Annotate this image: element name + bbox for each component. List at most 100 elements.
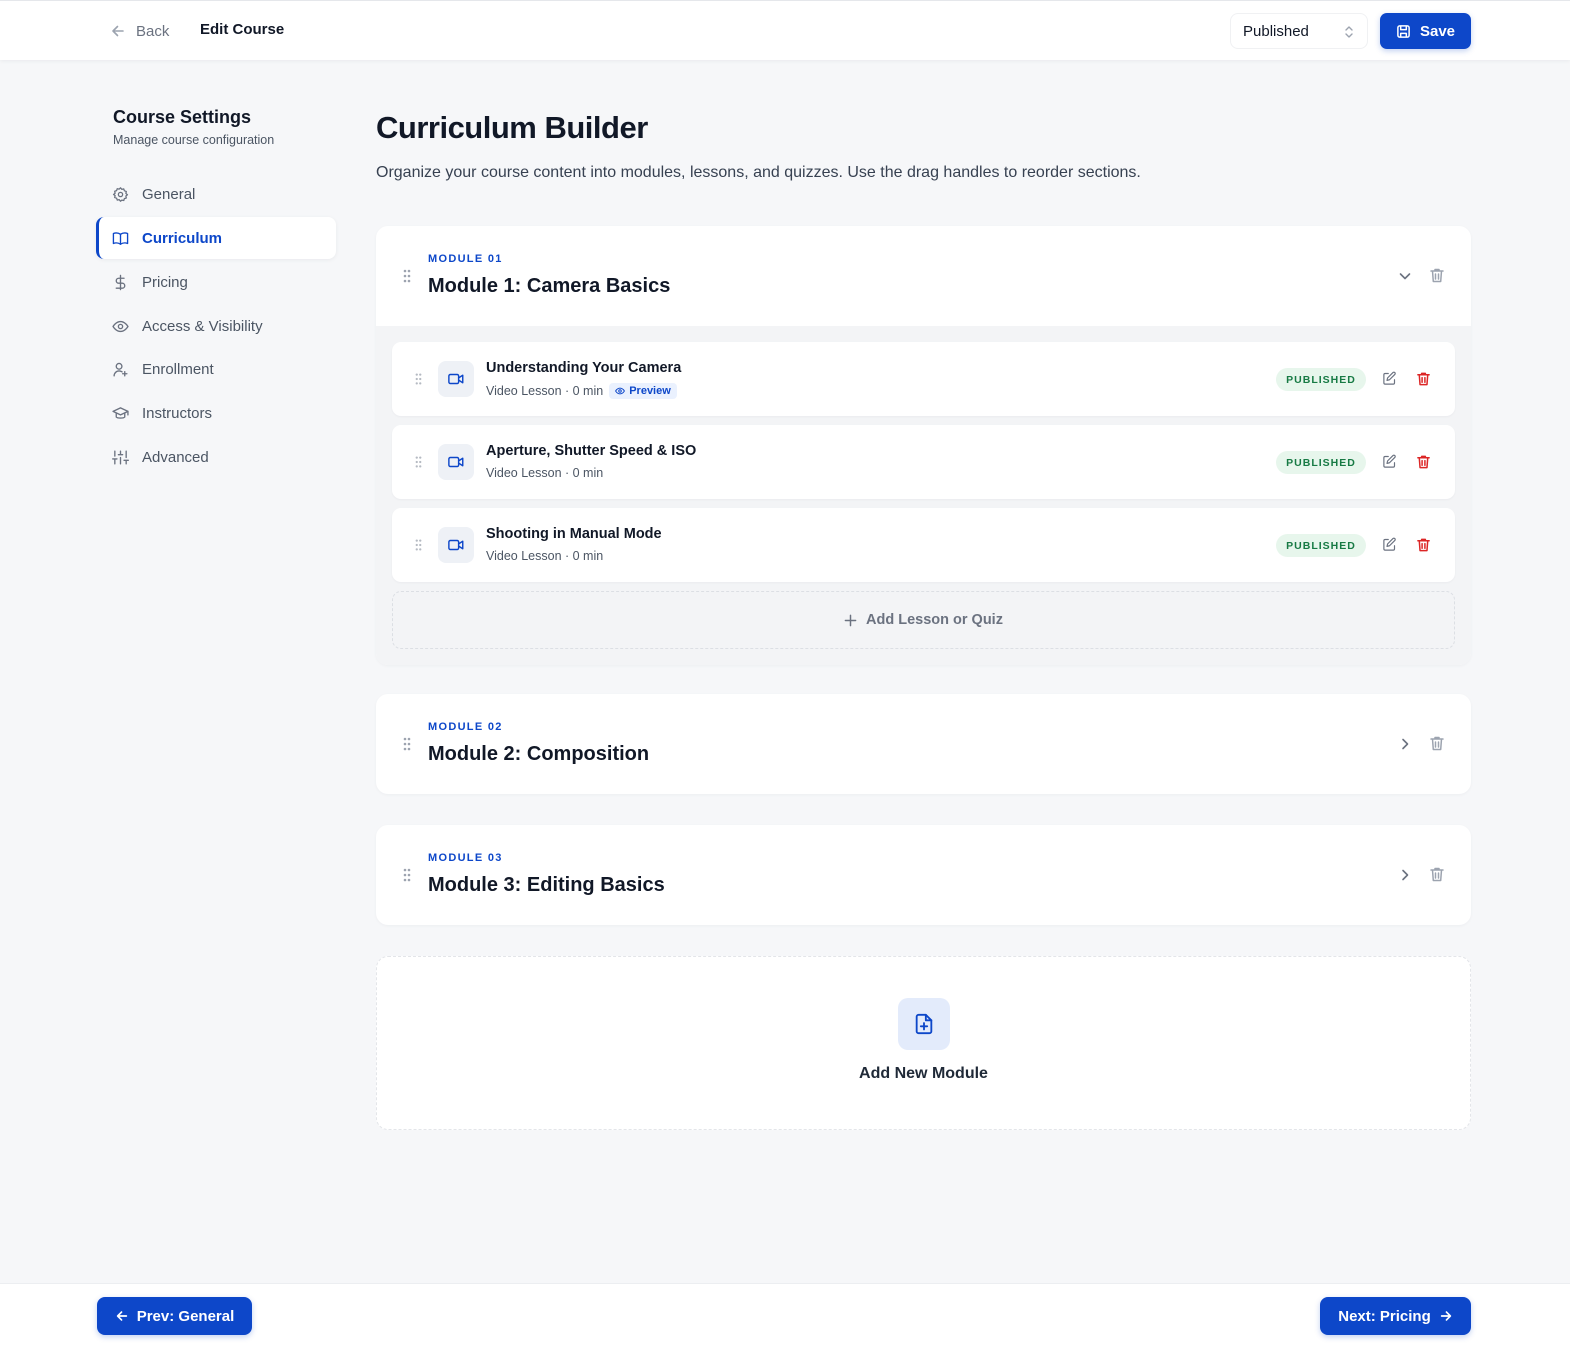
edit-icon[interactable] — [1382, 371, 1397, 386]
page-title: Curriculum Builder — [376, 110, 648, 145]
arrow-left-icon — [110, 23, 126, 39]
module-header[interactable]: MODULE 03 Module 3: Editing Basics — [376, 825, 1471, 925]
video-camera-icon — [438, 444, 474, 480]
sidebar-item-access-visibility[interactable]: Access & Visibility — [96, 305, 336, 347]
status-select[interactable]: Published — [1230, 13, 1368, 49]
trash-icon[interactable] — [1429, 866, 1445, 883]
prev-label: Prev: General — [136, 1307, 235, 1325]
sidebar-item-curriculum[interactable]: Curriculum — [96, 217, 336, 259]
save-button[interactable]: Save — [1380, 13, 1471, 49]
sliders-icon — [112, 449, 129, 466]
arrow-left-icon — [115, 1309, 129, 1323]
trash-icon[interactable] — [1416, 371, 1431, 387]
plus-icon — [844, 614, 857, 627]
page-header-title: Edit Course — [200, 21, 285, 38]
preview-badge[interactable]: Preview — [609, 383, 677, 399]
lesson-meta: Video Lesson · 0 min — [486, 466, 603, 480]
sidebar-item-advanced[interactable]: Advanced — [96, 436, 336, 478]
lesson-meta-text: Video Lesson · 0 min — [486, 384, 604, 398]
module-card: MODULE 01 Module 1: Camera Basics Unders… — [376, 226, 1471, 665]
lesson-title: Understanding Your Camera — [486, 360, 682, 376]
lesson-meta: Video Lesson · 0 min Preview — [486, 383, 677, 399]
trash-icon[interactable] — [1429, 267, 1445, 284]
module-title: Module 1: Camera Basics — [428, 275, 671, 297]
book-icon — [112, 230, 129, 247]
user-plus-icon — [112, 361, 129, 378]
footer-bar: Prev: General Next: Pricing — [0, 1283, 1570, 1348]
sidebar-item-pricing[interactable]: Pricing — [96, 261, 336, 303]
drag-handle-icon[interactable] — [414, 372, 423, 386]
next-button[interactable]: Next: Pricing — [1320, 1297, 1471, 1335]
trash-icon[interactable] — [1416, 537, 1431, 553]
module-card: MODULE 02 Module 2: Composition — [376, 694, 1471, 794]
dollar-icon — [112, 274, 129, 291]
add-module-label: Add New Module — [859, 1065, 988, 1082]
chevron-up-down-icon — [1343, 25, 1355, 39]
file-plus-icon — [898, 998, 950, 1050]
module-card: MODULE 03 Module 3: Editing Basics — [376, 825, 1471, 925]
module-header[interactable]: MODULE 02 Module 2: Composition — [376, 694, 1471, 794]
sidebar-subtitle: Manage course configuration — [113, 133, 275, 147]
video-camera-icon — [438, 361, 474, 397]
drag-handle-icon[interactable] — [414, 538, 423, 552]
sidebar-item-label: Enrollment — [142, 360, 214, 378]
sidebar-item-label: Pricing — [142, 273, 188, 291]
module-kicker: MODULE 02 — [428, 721, 503, 733]
sidebar-item-label: General — [142, 185, 196, 203]
sidebar-item-label: Advanced — [142, 448, 209, 466]
edit-icon[interactable] — [1382, 537, 1397, 552]
eye-icon — [615, 386, 626, 396]
drag-handle-icon[interactable] — [402, 867, 412, 883]
back-link[interactable]: Back — [110, 20, 169, 42]
video-camera-icon — [438, 527, 474, 563]
module-title: Module 3: Editing Basics — [428, 874, 665, 896]
lesson-title: Aperture, Shutter Speed & ISO — [486, 443, 697, 459]
page-description: Organize your course content into module… — [376, 164, 1141, 181]
module-lessons: Understanding Your Camera Video Lesson ·… — [376, 326, 1471, 665]
module-title: Module 2: Composition — [428, 743, 650, 765]
next-label: Next: Pricing — [1338, 1307, 1431, 1325]
preview-label: Preview — [629, 385, 671, 397]
add-module-button[interactable]: Add New Module — [376, 956, 1471, 1130]
sidebar-item-label: Curriculum — [142, 229, 223, 247]
lesson-meta-text: Video Lesson · 0 min — [486, 466, 604, 480]
graduation-cap-icon — [112, 405, 129, 422]
sidebar-item-label: Instructors — [142, 404, 213, 422]
status-badge: PUBLISHED — [1276, 368, 1366, 391]
drag-handle-icon[interactable] — [402, 268, 412, 284]
back-label: Back — [136, 22, 170, 40]
status-badge: PUBLISHED — [1276, 451, 1366, 474]
status-badge: PUBLISHED — [1276, 534, 1366, 557]
lesson-row[interactable]: Aperture, Shutter Speed & ISO Video Less… — [392, 425, 1455, 499]
sidebar-item-general[interactable]: General — [96, 173, 336, 215]
lesson-row[interactable]: Understanding Your Camera Video Lesson ·… — [392, 342, 1455, 416]
trash-icon[interactable] — [1429, 735, 1445, 752]
drag-handle-icon[interactable] — [414, 455, 423, 469]
top-bar: Back Edit Course Published Save — [0, 0, 1570, 60]
status-select-value: Published — [1243, 22, 1309, 40]
save-icon — [1396, 24, 1411, 39]
sidebar-title: Course Settings — [113, 107, 252, 127]
lesson-row[interactable]: Shooting in Manual Mode Video Lesson · 0… — [392, 508, 1455, 582]
sidebar-item-instructors[interactable]: Instructors — [96, 392, 336, 434]
arrow-right-icon — [1439, 1309, 1453, 1323]
module-kicker: MODULE 01 — [428, 253, 503, 265]
module-header[interactable]: MODULE 01 Module 1: Camera Basics — [376, 226, 1471, 326]
chevron-right-icon[interactable] — [1397, 736, 1413, 752]
add-lesson-button[interactable]: Add Lesson or Quiz — [392, 591, 1455, 649]
module-kicker: MODULE 03 — [428, 852, 503, 864]
save-label: Save — [1419, 22, 1456, 40]
trash-icon[interactable] — [1416, 454, 1431, 470]
lesson-meta-text: Video Lesson · 0 min — [486, 549, 604, 563]
eye-icon — [112, 318, 129, 335]
chevron-right-icon[interactable] — [1397, 867, 1413, 883]
drag-handle-icon[interactable] — [402, 736, 412, 752]
edit-icon[interactable] — [1382, 454, 1397, 469]
lesson-title: Shooting in Manual Mode — [486, 526, 662, 542]
add-lesson-label: Add Lesson or Quiz — [866, 612, 1003, 628]
gear-icon — [112, 186, 129, 203]
chevron-down-icon[interactable] — [1397, 268, 1413, 284]
sidebar-item-enrollment[interactable]: Enrollment — [96, 348, 336, 390]
prev-button[interactable]: Prev: General — [97, 1297, 252, 1335]
sidebar-item-label: Access & Visibility — [142, 317, 263, 335]
